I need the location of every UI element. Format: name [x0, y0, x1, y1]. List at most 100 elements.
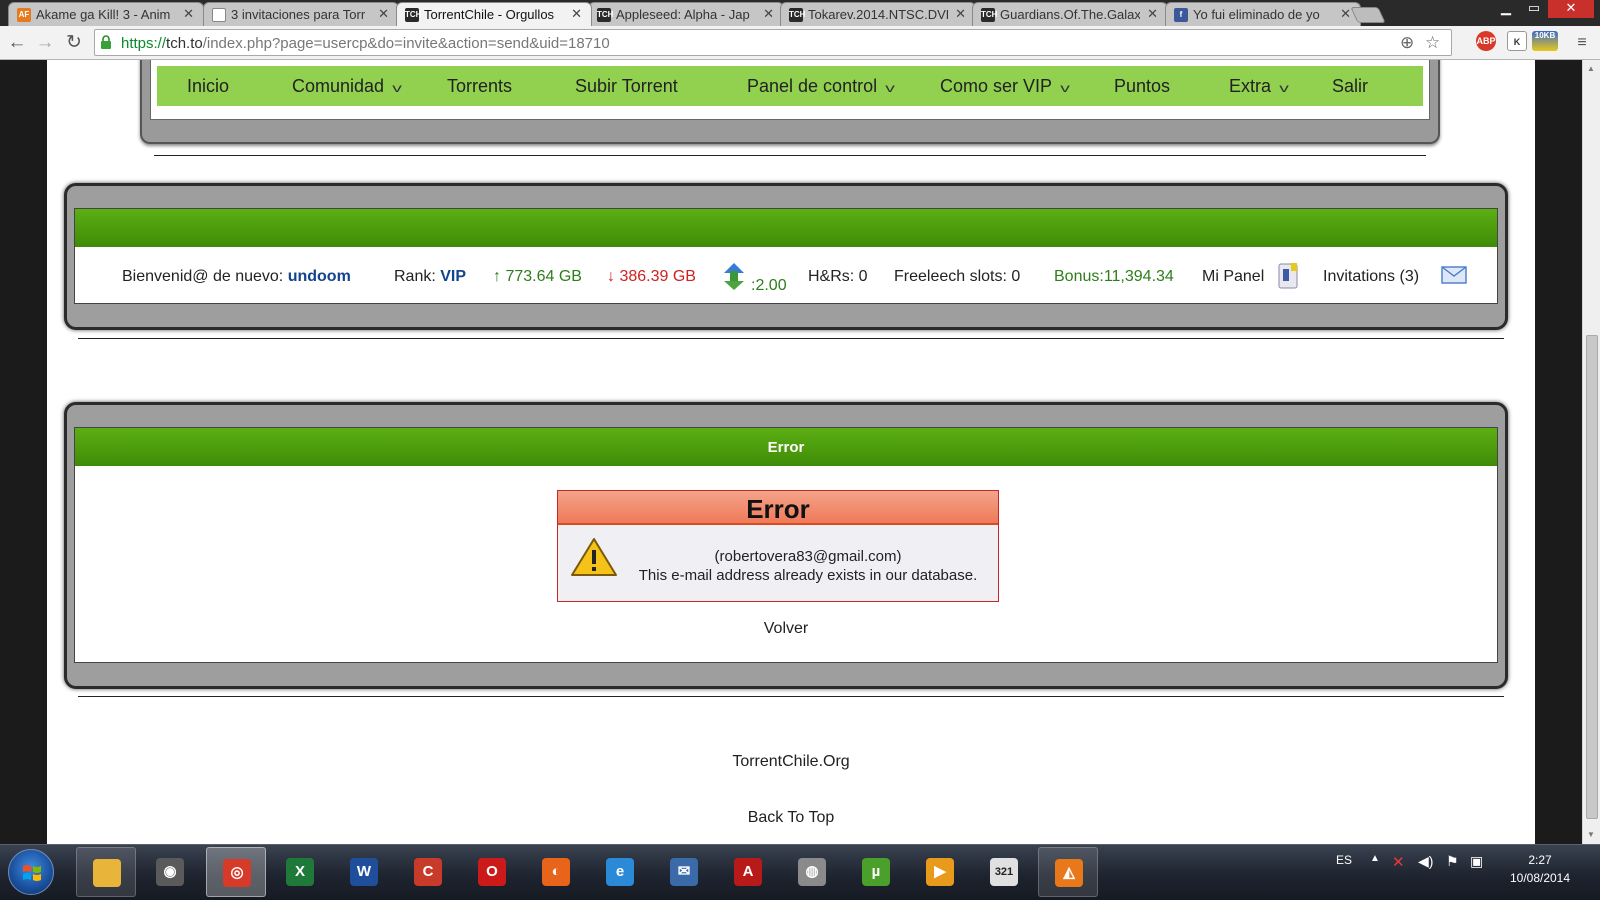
- page-scrollbar[interactable]: ▲ ▼: [1582, 60, 1600, 844]
- taskbar-app-acrobat[interactable]: A: [718, 847, 778, 897]
- error-box-title: Error: [558, 491, 998, 525]
- tab-close-icon[interactable]: ✕: [1147, 6, 1158, 22]
- browser-tab[interactable]: TCH TorrentChile - Orgullos ✕: [396, 2, 592, 26]
- tab-close-icon[interactable]: ✕: [955, 6, 966, 22]
- tab-close-icon[interactable]: ✕: [571, 6, 582, 22]
- chevron-down-icon: v: [885, 81, 895, 95]
- invitations-link[interactable]: Invitations (3): [1323, 268, 1419, 286]
- taskbar-app-vlc[interactable]: ◭: [1038, 847, 1098, 897]
- language-indicator[interactable]: ES: [1336, 853, 1352, 867]
- uploaded-amount: ↑ 773.64 GB: [493, 268, 582, 285]
- error-email: (robertovera83@gmail.com): [714, 548, 902, 565]
- extension-badge-icon[interactable]: 10KB: [1532, 31, 1558, 51]
- nav-item-label: Subir Torrent: [575, 76, 678, 96]
- nav-item[interactable]: Panel de control v: [747, 66, 895, 106]
- browser-tab[interactable]: TCH Appleseed: Alpha - Jap ✕: [588, 2, 784, 26]
- menu-icon[interactable]: ≡: [1570, 31, 1594, 55]
- taskbar-app-firefox[interactable]: ◐: [526, 847, 586, 897]
- excel-icon: X: [286, 858, 314, 886]
- taskbar-app-explorer[interactable]: [76, 847, 136, 897]
- network-icon[interactable]: ▣: [1470, 853, 1483, 870]
- panel-icon[interactable]: [1276, 261, 1302, 291]
- nav-item-label: Inicio: [187, 76, 230, 96]
- adblock-icon[interactable]: ABP: [1476, 31, 1496, 51]
- tab-close-icon[interactable]: ✕: [1340, 6, 1351, 22]
- taskbar-app-imgburn[interactable]: ◍: [782, 847, 842, 897]
- forward-icon[interactable]: →: [33, 31, 57, 55]
- nav-item[interactable]: Salir: [1332, 66, 1368, 106]
- bookmark-star-icon[interactable]: ☆: [1425, 33, 1440, 53]
- taskbar-app-ccleaner[interactable]: C: [398, 847, 458, 897]
- nav-item[interactable]: Extra v: [1229, 66, 1289, 106]
- zoom-icon[interactable]: ⊕: [1400, 33, 1414, 53]
- lock-icon: [101, 35, 111, 49]
- k-extension-icon[interactable]: K: [1507, 31, 1527, 51]
- nav-item[interactable]: Comunidad v: [292, 66, 402, 106]
- nav-item-label: Puntos: [1114, 76, 1171, 96]
- browser-tab[interactable]: 3 invitaciones para Torr ✕: [203, 2, 399, 26]
- mail-icon[interactable]: [1441, 266, 1467, 284]
- clock-date: 10/08/2014: [1509, 871, 1571, 885]
- taskbar-app-player[interactable]: ▶: [910, 847, 970, 897]
- taskbar-app-calendar[interactable]: 321: [974, 847, 1034, 897]
- scroll-up-icon[interactable]: ▲: [1587, 64, 1595, 73]
- browser-tab[interactable]: AF Akame ga Kill! 3 - Anim ✕: [8, 2, 204, 26]
- browser-tab[interactable]: TCH Guardians.Of.The.Galax ✕: [972, 2, 1168, 26]
- acrobat-icon: A: [734, 858, 762, 886]
- browser-tab[interactable]: TCH Tokarev.2014.NTSC.DVD ✕: [780, 2, 976, 26]
- my-panel-link[interactable]: Mi Panel: [1202, 268, 1264, 286]
- nav-item[interactable]: Torrents: [447, 66, 512, 106]
- start-button[interactable]: [8, 849, 54, 895]
- divider: [154, 155, 1426, 156]
- nav-item[interactable]: Puntos: [1114, 66, 1170, 106]
- antivirus-tray-icon[interactable]: ✕: [1392, 853, 1405, 871]
- nav-item[interactable]: Como ser VIP v: [940, 66, 1070, 106]
- chevron-down-icon: v: [1060, 81, 1070, 95]
- tab-label: TorrentChile - Orgullos: [424, 7, 555, 22]
- tab-favicon-icon: TCH: [981, 8, 997, 22]
- address-bar[interactable]: https://tch.to/index.php?page=usercp&do=…: [94, 29, 1452, 56]
- page-content: Inicio Comunidad v Torrents Subir Torrent Pan…: [47, 60, 1535, 844]
- ie-icon: e: [606, 858, 634, 886]
- tab-close-icon[interactable]: ✕: [183, 6, 194, 22]
- nav-item[interactable]: Subir Torrent: [575, 66, 678, 106]
- taskbar-app-utorrent[interactable]: µ: [846, 847, 906, 897]
- browser-toolbar: ← → ↻ https://tch.to/index.php?page=user…: [0, 26, 1600, 60]
- user-info-header: [75, 209, 1497, 247]
- back-link[interactable]: Volver: [75, 620, 1497, 638]
- taskbar-app-excel[interactable]: X: [270, 847, 330, 897]
- error-text: This e-mail address already exists in ou…: [638, 567, 978, 584]
- nav-item[interactable]: Inicio: [187, 66, 229, 106]
- action-center-flag-icon[interactable]: ⚑: [1446, 853, 1459, 870]
- maximize-button[interactable]: ▭: [1520, 0, 1548, 18]
- back-to-top-link[interactable]: Back To Top: [47, 809, 1535, 827]
- taskbar-app-word[interactable]: W: [334, 847, 394, 897]
- divider: [78, 696, 1504, 697]
- system-clock[interactable]: 2:27 10/08/2014: [1500, 851, 1580, 887]
- taskbar-app-thunderbird[interactable]: ✉: [654, 847, 714, 897]
- scrollbar-thumb[interactable]: [1586, 335, 1598, 819]
- error-frame: Error Error (robertovera83@gmail.com) Th…: [64, 402, 1508, 689]
- reload-icon[interactable]: ↻: [62, 31, 86, 55]
- username-link[interactable]: undoom: [288, 268, 351, 285]
- taskbar-app-ie[interactable]: e: [590, 847, 650, 897]
- minimize-button[interactable]: ▁: [1492, 0, 1520, 18]
- tab-label: Akame ga Kill! 3 - Anim: [36, 7, 171, 22]
- show-hidden-icons[interactable]: ▲: [1370, 853, 1380, 864]
- back-icon[interactable]: ←: [5, 31, 29, 55]
- tab-strip: AF Akame ga Kill! 3 - Anim ✕ 3 invitaciones…: [0, 0, 1600, 26]
- taskbar-app-media[interactable]: ◉: [140, 847, 200, 897]
- tab-label: Tokarev.2014.NTSC.DVD: [808, 7, 948, 22]
- tab-favicon-icon: [212, 8, 226, 22]
- browser-tab[interactable]: f Yo fui eliminado de yo ✕: [1165, 2, 1361, 26]
- tab-close-icon[interactable]: ✕: [378, 6, 389, 22]
- taskbar-app-chrome[interactable]: ◎: [206, 847, 266, 897]
- tab-close-icon[interactable]: ✕: [763, 6, 774, 22]
- close-window-button[interactable]: ✕: [1548, 0, 1594, 18]
- footer-site-name[interactable]: TorrentChile.Org: [47, 753, 1535, 771]
- scroll-down-icon[interactable]: ▼: [1587, 830, 1595, 839]
- taskbar-app-opera[interactable]: O: [462, 847, 522, 897]
- chrome-icon: ◎: [223, 859, 251, 887]
- nav-item-label: Salir: [1332, 76, 1369, 96]
- volume-icon[interactable]: ◀): [1418, 853, 1433, 870]
